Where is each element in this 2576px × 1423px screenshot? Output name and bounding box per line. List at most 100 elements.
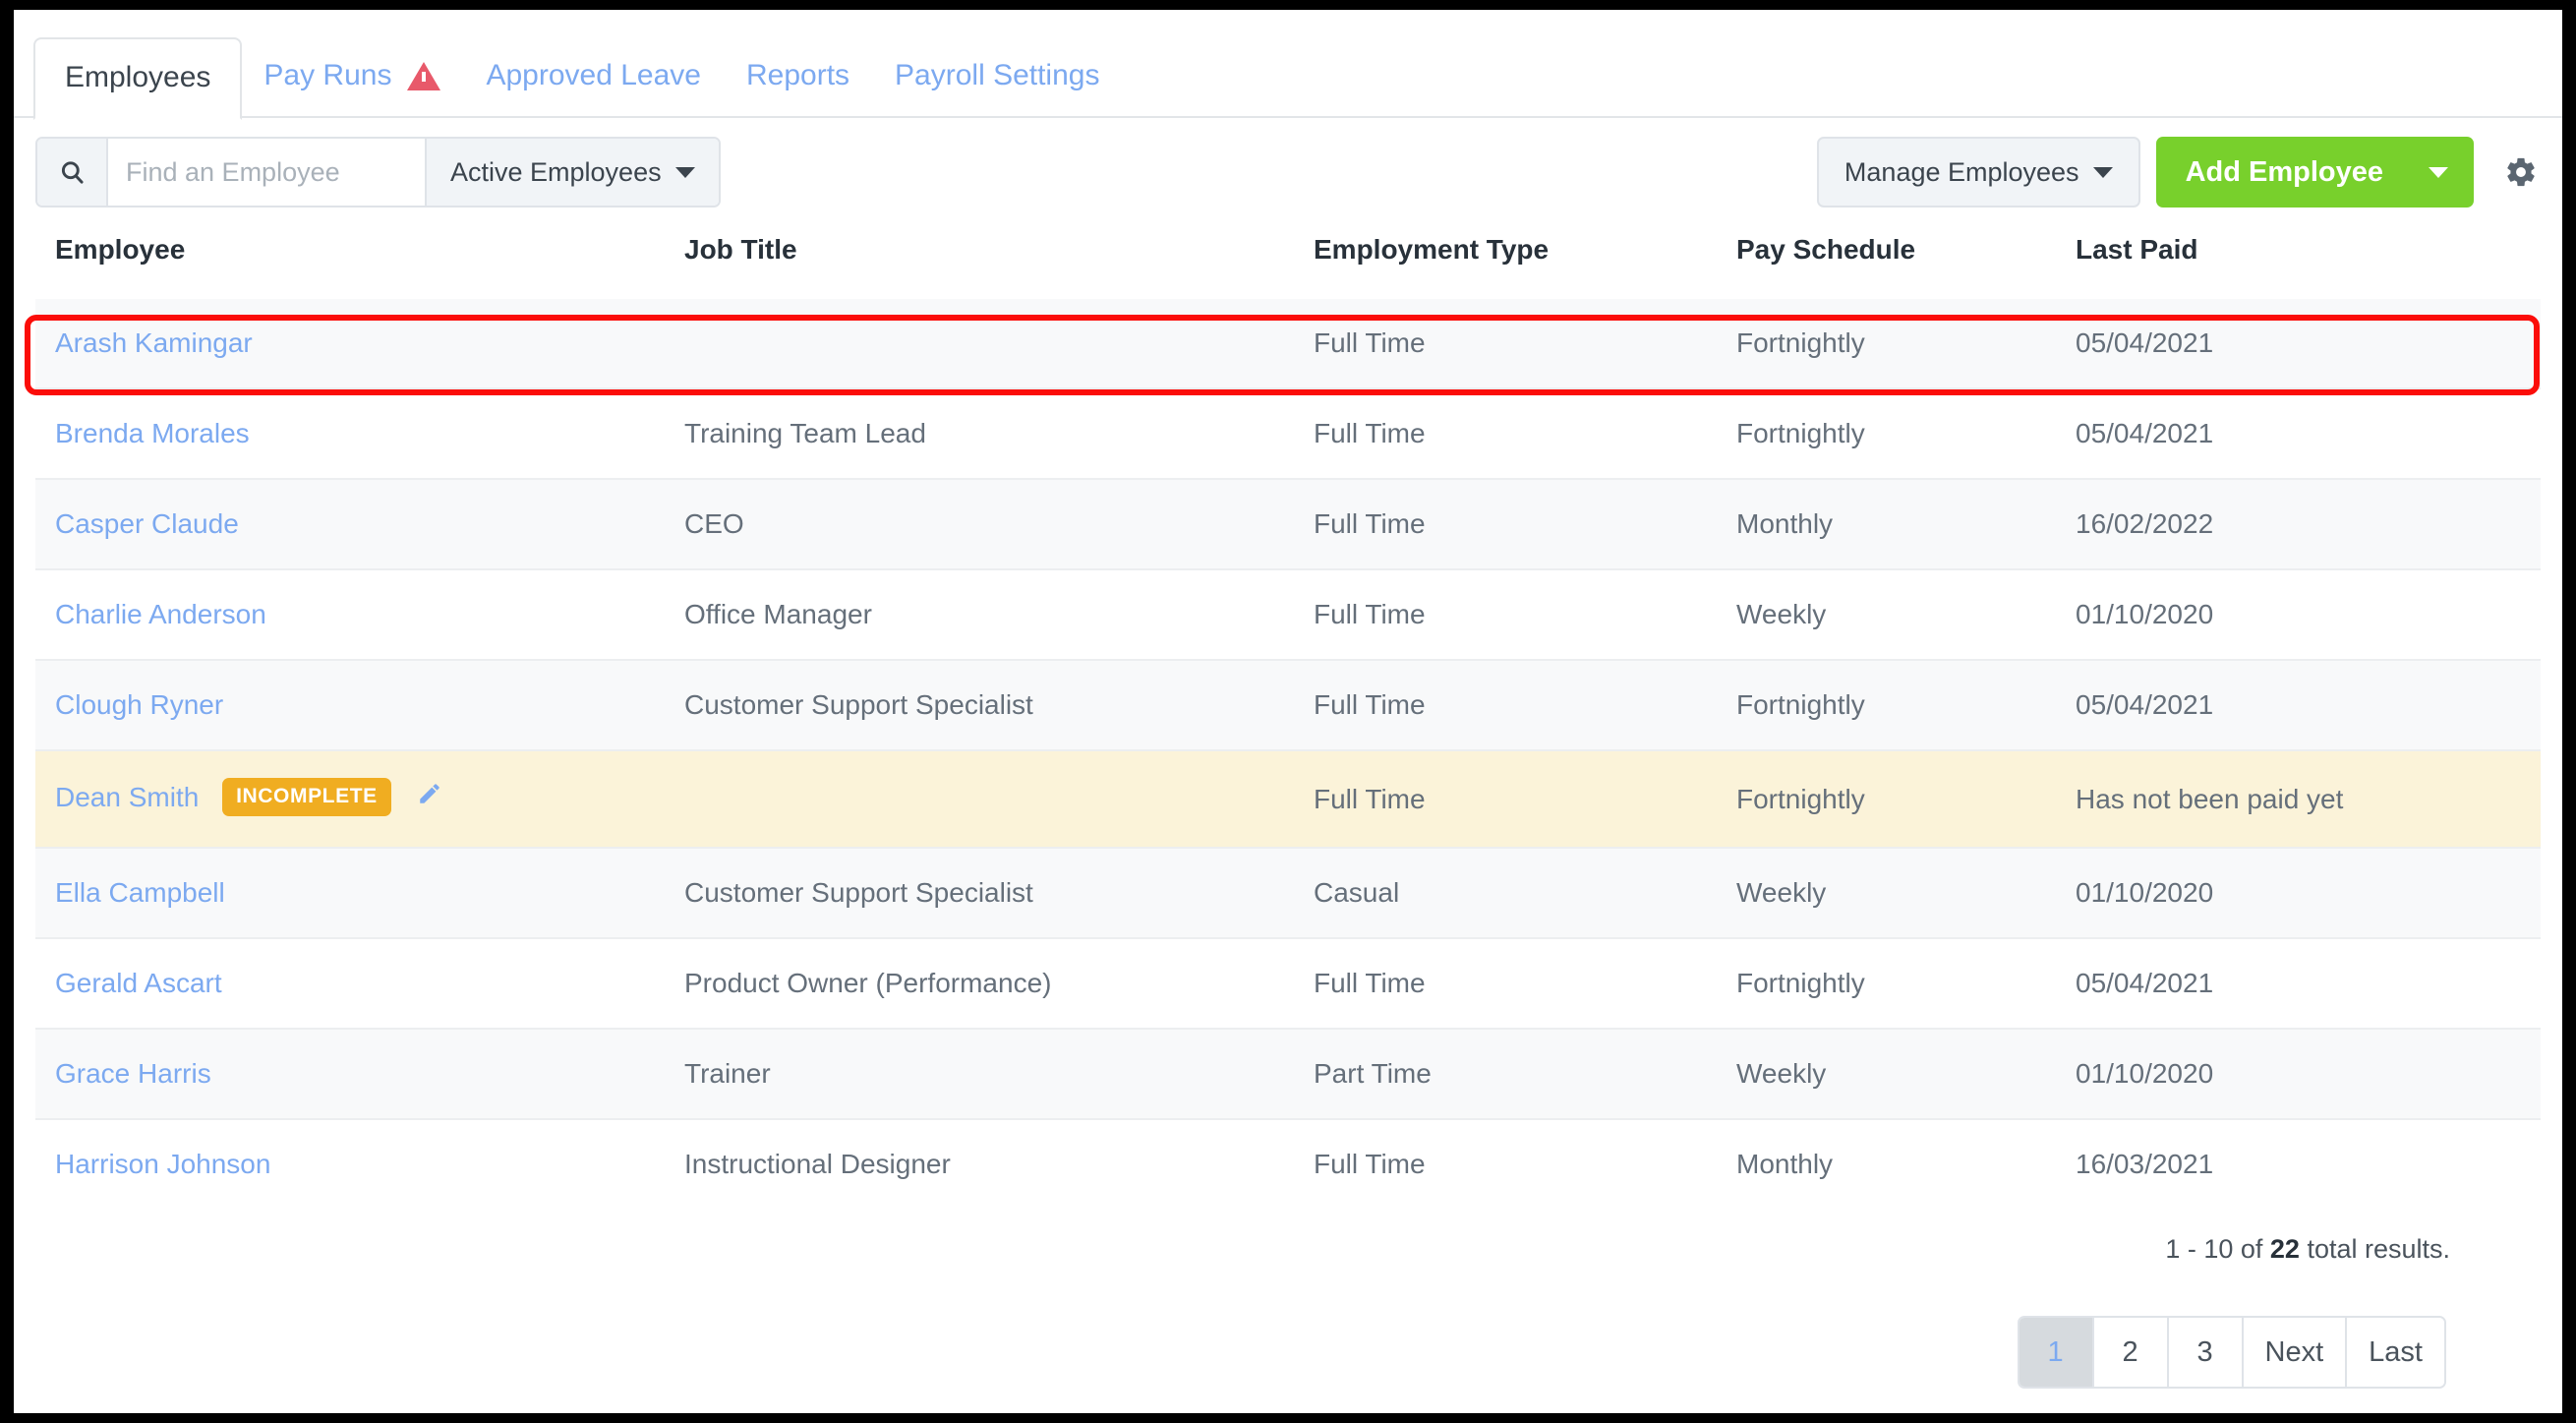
tab-employees-label: Employees	[65, 61, 211, 93]
toolbar-actions: Manage Employees Add Employee	[1816, 137, 2543, 208]
settings-button[interactable]	[2499, 155, 2543, 189]
cell-last-paid: 01/10/2020	[2076, 1028, 2541, 1119]
search-button[interactable]	[37, 139, 108, 206]
add-employee-dropdown-toggle[interactable]	[2409, 137, 2474, 208]
employee-link[interactable]: Arash Kamingar	[55, 327, 253, 358]
employee-link[interactable]: Casper Claude	[55, 508, 239, 539]
cell-employment-type: Casual	[1314, 847, 1736, 938]
table-row[interactable]: Ella Campbell Customer Support Specialis…	[35, 847, 2541, 938]
pagination: 1 2 3 Next Last	[35, 1265, 2541, 1389]
employee-filter-label: Active Employees	[450, 156, 662, 187]
search-input[interactable]	[108, 139, 425, 206]
warning-triangle-icon	[407, 61, 441, 90]
results-suffix: total results.	[2299, 1234, 2450, 1264]
table-row[interactable]: Brenda Morales Training Team Lead Full T…	[35, 387, 2541, 479]
table-row[interactable]: Casper Claude CEO Full Time Monthly 16/0…	[35, 478, 2541, 569]
results-total: 22	[2269, 1234, 2300, 1264]
status-badge: INCOMPLETE	[222, 778, 391, 816]
page-button-2[interactable]: 2	[2093, 1318, 2169, 1387]
search-icon	[61, 160, 84, 184]
cell-job-title: Product Owner (Performance)	[684, 937, 1314, 1029]
chevron-down-icon	[2429, 166, 2448, 178]
cell-last-paid: 05/04/2021	[2076, 937, 2541, 1029]
page-button-1[interactable]: 1	[2019, 1318, 2094, 1387]
cell-last-paid: 01/10/2020	[2076, 568, 2541, 660]
cell-job-title: Instructional Designer	[684, 1118, 1314, 1209]
employee-link[interactable]: Grace Harris	[55, 1058, 211, 1089]
cell-pay-schedule: Weekly	[1736, 1028, 2076, 1119]
cell-job-title	[684, 749, 1314, 848]
cell-employment-type: Full Time	[1314, 937, 1736, 1029]
cell-last-paid: 16/02/2022	[2076, 478, 2541, 569]
tab-approved-leave-label: Approved Leave	[486, 59, 701, 91]
employee-link[interactable]: Harrison Johnson	[55, 1149, 270, 1179]
manage-employees-label: Manage Employees	[1844, 156, 2079, 187]
employees-table: Employee Job Title Employment Type Pay S…	[35, 226, 2541, 1209]
page-button-last[interactable]: Last	[2347, 1318, 2444, 1387]
employee-link[interactable]: Gerald Ascart	[55, 968, 222, 998]
cell-job-title: Office Manager	[684, 568, 1314, 660]
column-header-employee: Employee	[55, 234, 186, 265]
employee-filter-dropdown[interactable]: Active Employees	[425, 139, 719, 206]
cell-pay-schedule: Fortnightly	[1736, 937, 2076, 1029]
table-row[interactable]: Harrison Johnson Instructional Designer …	[35, 1118, 2541, 1209]
employee-link[interactable]: Charlie Anderson	[55, 599, 266, 629]
cell-pay-schedule: Fortnightly	[1736, 659, 2076, 750]
tab-payroll-settings-label: Payroll Settings	[895, 59, 1100, 91]
table-body: Arash Kamingar Full Time Fortnightly 05/…	[35, 299, 2541, 1209]
cell-last-paid: 05/04/2021	[2076, 299, 2541, 388]
search-group: Active Employees	[35, 137, 721, 208]
results-prefix: 1 - 10 of	[2165, 1234, 2270, 1264]
edit-pencil-icon[interactable]	[417, 781, 442, 813]
chevron-down-icon	[2092, 166, 2113, 178]
tab-pay-runs-label: Pay Runs	[263, 59, 392, 91]
table-row[interactable]: Gerald Ascart Product Owner (Performance…	[35, 937, 2541, 1029]
cell-employment-type: Full Time	[1314, 749, 1736, 848]
tab-bar: Employees Pay Runs Approved Leave Report…	[14, 10, 2562, 120]
tab-payroll-settings[interactable]: Payroll Settings	[895, 59, 1099, 118]
add-employee-button[interactable]: Add Employee	[2155, 137, 2474, 208]
tab-employees[interactable]: Employees	[33, 37, 243, 120]
cell-employment-type: Full Time	[1314, 568, 1736, 660]
table-row[interactable]: Clough Ryner Customer Support Specialist…	[35, 659, 2541, 750]
cell-job-title: CEO	[684, 478, 1314, 569]
employee-link[interactable]: Ella Campbell	[55, 877, 225, 908]
cell-job-title: Trainer	[684, 1028, 1314, 1119]
cell-employment-type: Full Time	[1314, 387, 1736, 479]
cell-pay-schedule: Weekly	[1736, 568, 2076, 660]
cell-last-paid: 05/04/2021	[2076, 387, 2541, 479]
employee-link[interactable]: Brenda Morales	[55, 418, 250, 448]
page-button-3[interactable]: 3	[2168, 1318, 2244, 1387]
gear-icon	[2507, 157, 2535, 187]
cell-pay-schedule: Fortnightly	[1736, 749, 2076, 848]
results-summary: 1 - 10 of 22 total results.	[35, 1209, 2541, 1265]
cell-last-paid: Has not been paid yet	[2076, 749, 2541, 848]
cell-last-paid: 01/10/2020	[2076, 847, 2541, 938]
manage-employees-button[interactable]: Manage Employees	[1816, 137, 2140, 208]
chevron-down-icon	[674, 166, 695, 178]
cell-job-title: Training Team Lead	[684, 387, 1314, 479]
tab-approved-leave[interactable]: Approved Leave	[486, 59, 701, 118]
cell-pay-schedule: Fortnightly	[1736, 299, 2076, 388]
page-button-next[interactable]: Next	[2243, 1318, 2348, 1387]
employee-link[interactable]: Dean Smith	[55, 782, 199, 812]
cell-pay-schedule: Fortnightly	[1736, 387, 2076, 479]
table-row[interactable]: Charlie Anderson Office Manager Full Tim…	[35, 568, 2541, 660]
cell-employment-type: Part Time	[1314, 1028, 1736, 1119]
table-row[interactable]: Dean Smith INCOMPLETE Full Time Fortnigh…	[35, 749, 2541, 848]
employee-link[interactable]: Clough Ryner	[55, 689, 223, 720]
employees-page: Employees Pay Runs Approved Leave Report…	[14, 10, 2562, 1413]
column-header-pay-schedule: Pay Schedule	[1736, 234, 1916, 265]
employees-toolbar: Active Employees Manage Employees Add Em…	[14, 118, 2562, 226]
tab-reports-label: Reports	[745, 59, 850, 91]
table-row[interactable]: Arash Kamingar Full Time Fortnightly 05/…	[35, 299, 2541, 388]
tab-pay-runs[interactable]: Pay Runs	[263, 59, 441, 118]
cell-employment-type: Full Time	[1314, 299, 1736, 388]
cell-pay-schedule: Weekly	[1736, 847, 2076, 938]
table-row[interactable]: Grace Harris Trainer Part Time Weekly 01…	[35, 1028, 2541, 1119]
tab-reports[interactable]: Reports	[746, 59, 849, 118]
cell-pay-schedule: Monthly	[1736, 1118, 2076, 1209]
cell-last-paid: 05/04/2021	[2076, 659, 2541, 750]
cell-employment-type: Full Time	[1314, 659, 1736, 750]
column-header-employment-type: Employment Type	[1314, 234, 1550, 265]
